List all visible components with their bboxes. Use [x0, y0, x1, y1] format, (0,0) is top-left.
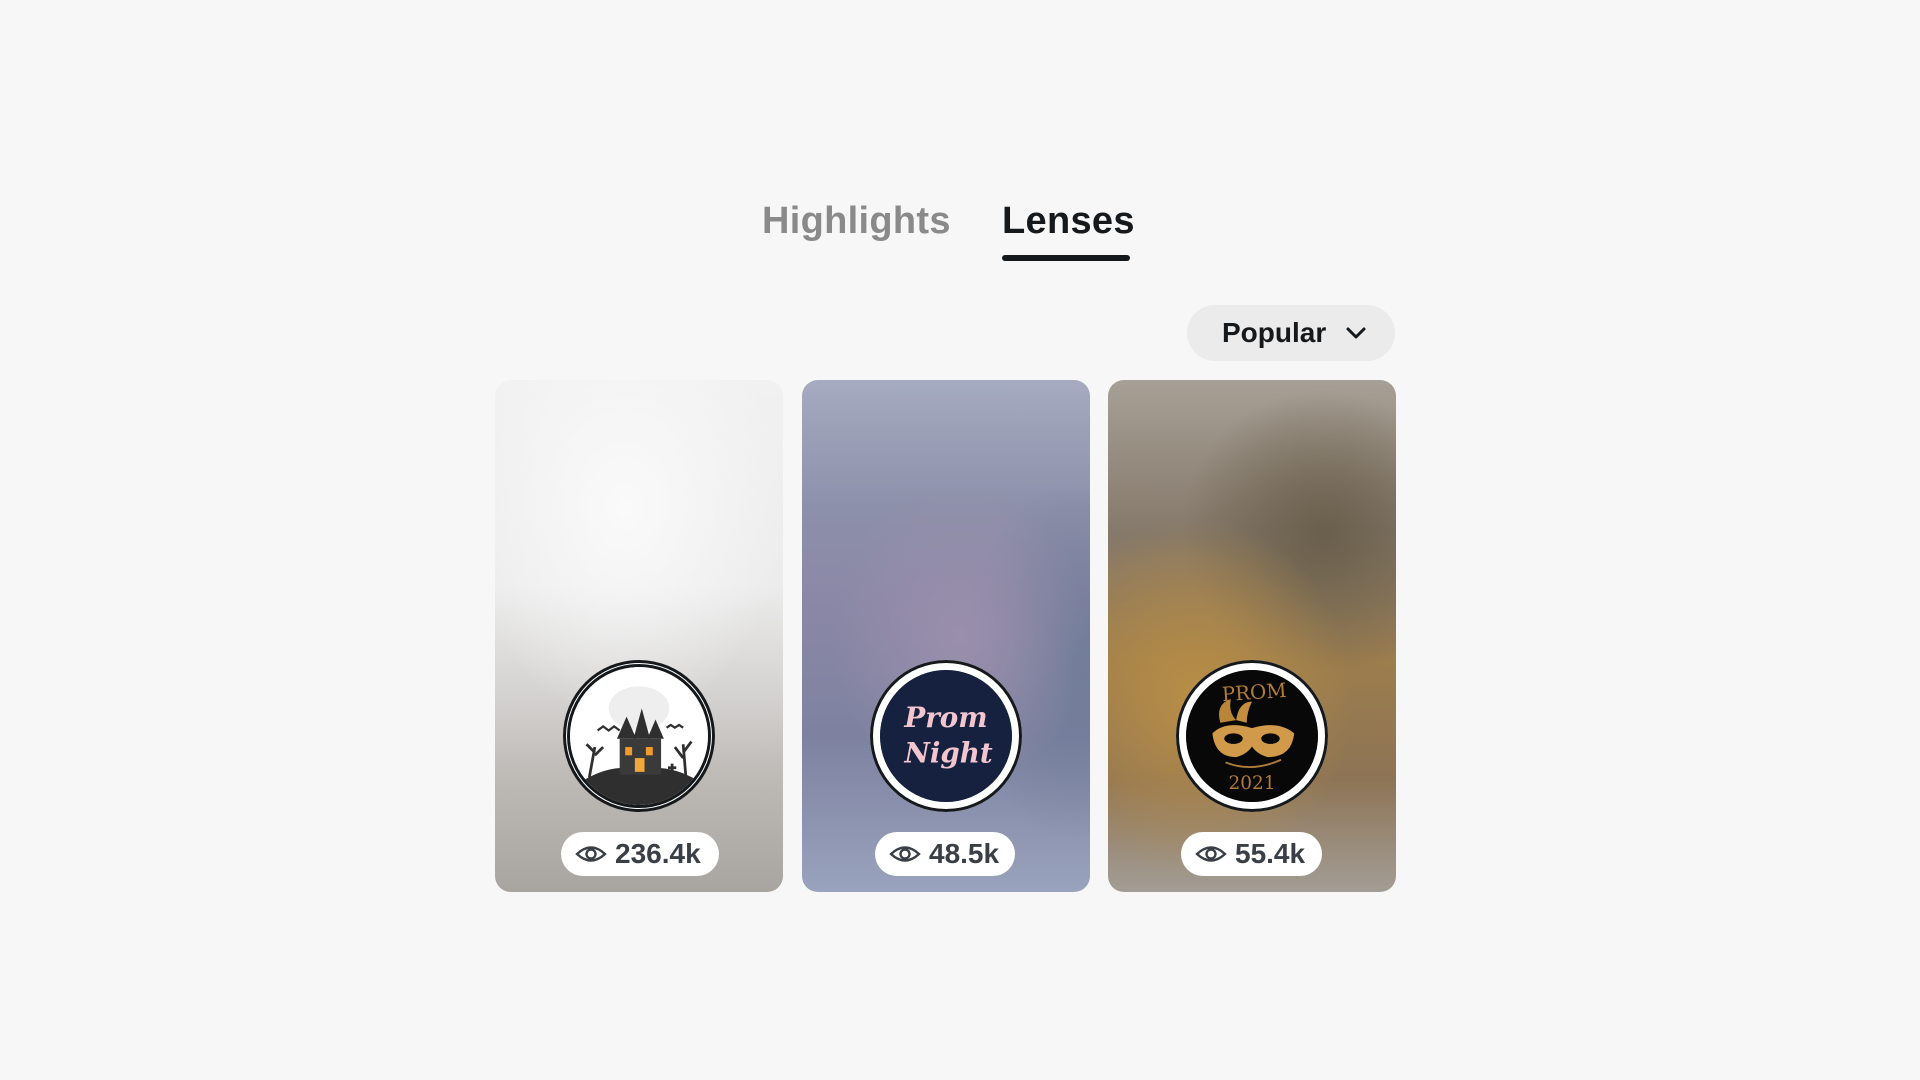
eye-icon: [575, 846, 607, 862]
svg-text:PROM: PROM: [1221, 679, 1287, 706]
svg-text:2021: 2021: [1228, 773, 1275, 794]
view-count: 55.4k: [1235, 838, 1306, 869]
masquerade-mask-icon: PROM 2021: [1186, 670, 1318, 802]
svg-text:Night: Night: [904, 736, 993, 769]
lens-card[interactable]: 236.4k: [495, 380, 783, 892]
eye-icon: [1195, 846, 1227, 862]
haunted-house-icon: [570, 667, 708, 805]
tab-highlights[interactable]: Highlights: [762, 200, 951, 243]
prom-night-icon: Prom Night: [880, 670, 1012, 802]
chevron-down-icon: [1346, 327, 1366, 339]
sort-dropdown[interactable]: Popular: [1187, 305, 1395, 361]
lens-card[interactable]: Prom Night 48.5k: [802, 380, 1090, 892]
profile-tabs: Highlights Lenses: [0, 200, 1920, 270]
lens-thumbnail: PROM 2021: [1176, 660, 1328, 812]
lens-thumbnail: [563, 660, 715, 812]
lens-thumbnail: Prom Night: [870, 660, 1022, 812]
lenses-page: Highlights Lenses Popular 236.4k Prom Ni…: [0, 0, 1920, 1080]
view-count: 236.4k: [615, 838, 701, 869]
sort-label: Popular: [1222, 317, 1327, 348]
tab-lenses[interactable]: Lenses: [1002, 200, 1135, 243]
view-count-badge: 48.5k: [875, 832, 1015, 876]
eye-icon: [889, 846, 921, 862]
view-count-badge: 236.4k: [561, 832, 719, 876]
lens-card[interactable]: PROM 2021 55.4k: [1108, 380, 1396, 892]
view-count-badge: 55.4k: [1181, 832, 1322, 876]
view-count: 48.5k: [929, 838, 1000, 869]
active-tab-indicator: [1002, 255, 1130, 261]
svg-text:Prom: Prom: [903, 701, 987, 734]
